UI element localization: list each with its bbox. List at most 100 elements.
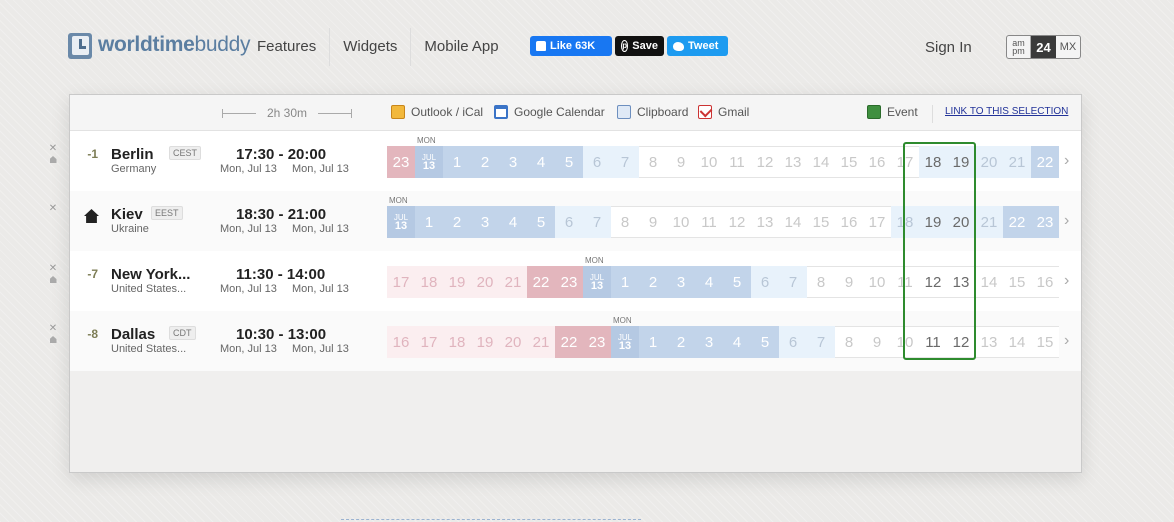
hour-cell[interactable]: 16 xyxy=(387,326,415,358)
clipboard-button[interactable]: Clipboard xyxy=(617,105,688,119)
hour-cell[interactable]: 12 xyxy=(751,146,779,178)
hour-cell[interactable]: 23 xyxy=(387,146,415,178)
gmail-button[interactable]: Gmail xyxy=(698,105,749,119)
set-home-icon[interactable] xyxy=(49,336,57,343)
chevron-right-icon[interactable]: › xyxy=(1064,212,1069,230)
hour-cell[interactable]: 1 xyxy=(415,206,443,238)
ampm-option[interactable]: am pm xyxy=(1007,36,1031,58)
hour-cell[interactable]: 16 xyxy=(863,146,891,178)
hour-cell[interactable]: 2 xyxy=(471,146,499,178)
hour-cell[interactable]: 2 xyxy=(639,266,667,298)
hour-cell[interactable]: 20 xyxy=(975,146,1003,178)
hour-cell[interactable]: 19 xyxy=(443,266,471,298)
hour-cell[interactable]: JUL 13 xyxy=(611,326,639,358)
hour-cell[interactable]: 7 xyxy=(611,146,639,178)
hour-cell[interactable]: 10 xyxy=(863,266,891,298)
hour-cell[interactable]: 4 xyxy=(527,146,555,178)
hour-cell[interactable]: 20 xyxy=(499,326,527,358)
hour-cell[interactable]: 4 xyxy=(695,266,723,298)
hour-cell[interactable]: 1 xyxy=(443,146,471,178)
set-home-icon[interactable] xyxy=(49,156,57,163)
hour-cell[interactable]: 20 xyxy=(471,266,499,298)
hour-cell[interactable]: 1 xyxy=(611,266,639,298)
hour-cell[interactable]: 7 xyxy=(779,266,807,298)
tweet-button[interactable]: Tweet xyxy=(667,36,728,56)
hour-cell[interactable]: 14 xyxy=(1003,326,1031,358)
hour-cell[interactable]: 3 xyxy=(471,206,499,238)
time-selection-box[interactable] xyxy=(903,142,976,360)
hour-cell[interactable]: 9 xyxy=(863,326,891,358)
link-to-selection[interactable]: LINK TO THIS SELECTION xyxy=(932,105,1068,123)
hour-cell[interactable]: 9 xyxy=(639,206,667,238)
hour-cell[interactable]: 18 xyxy=(415,266,443,298)
hour-cell[interactable]: 14 xyxy=(807,146,835,178)
hour-cell[interactable]: 9 xyxy=(667,146,695,178)
hour-cell[interactable]: 14 xyxy=(779,206,807,238)
hour-cell[interactable]: 5 xyxy=(723,266,751,298)
hour-cell[interactable]: 5 xyxy=(527,206,555,238)
chevron-right-icon[interactable]: › xyxy=(1064,152,1069,170)
sign-in-link[interactable]: Sign In xyxy=(925,39,972,56)
remove-icon[interactable]: ✕ xyxy=(46,203,60,215)
hour-cell[interactable]: 14 xyxy=(975,266,1003,298)
hour-cell[interactable]: 3 xyxy=(667,266,695,298)
facebook-like-button[interactable]: Like 63K xyxy=(530,36,612,56)
hour-cell[interactable]: 2 xyxy=(443,206,471,238)
hour-cell[interactable]: 21 xyxy=(499,266,527,298)
outlook-ical-button[interactable]: Outlook / iCal xyxy=(391,105,483,119)
set-home-icon[interactable] xyxy=(49,276,57,283)
hour-cell[interactable]: 7 xyxy=(807,326,835,358)
hour-cell[interactable]: 22 xyxy=(1031,146,1059,178)
hour-cell[interactable]: 15 xyxy=(807,206,835,238)
hour-cell[interactable]: 15 xyxy=(1031,326,1059,358)
hour-cell[interactable]: 11 xyxy=(695,206,723,238)
hour-cell[interactable]: 4 xyxy=(723,326,751,358)
hour-cell[interactable]: 23 xyxy=(583,326,611,358)
nav-link-features[interactable]: Features xyxy=(244,28,329,66)
hour-cell[interactable]: 21 xyxy=(527,326,555,358)
nav-link-mobile-app[interactable]: Mobile App xyxy=(410,28,511,66)
hour-cell[interactable]: 21 xyxy=(975,206,1003,238)
city-name[interactable]: New York... xyxy=(111,266,201,283)
hour-cell[interactable]: 9 xyxy=(835,266,863,298)
hour-cell[interactable]: 23 xyxy=(1031,206,1059,238)
remove-icon[interactable]: ✕ xyxy=(46,143,60,155)
chevron-right-icon[interactable]: › xyxy=(1064,272,1069,290)
hour-cell[interactable]: 21 xyxy=(1003,146,1031,178)
hour-cell[interactable]: 17 xyxy=(415,326,443,358)
hour-cell[interactable]: JUL 13 xyxy=(583,266,611,298)
hour-cell[interactable]: 17 xyxy=(863,206,891,238)
hour-cell[interactable]: 1 xyxy=(639,326,667,358)
chevron-right-icon[interactable]: › xyxy=(1064,332,1069,350)
logo[interactable]: worldtimebuddy xyxy=(68,30,251,60)
hour-cell[interactable]: 22 xyxy=(1003,206,1031,238)
24h-option[interactable]: 24 xyxy=(1031,36,1056,58)
pinterest-save-button[interactable]: p Save xyxy=(615,36,664,56)
hour-cell[interactable]: 13 xyxy=(751,206,779,238)
hour-cell[interactable]: 4 xyxy=(499,206,527,238)
hour-cell[interactable]: 3 xyxy=(499,146,527,178)
hour-cell[interactable]: 6 xyxy=(583,146,611,178)
hour-cell[interactable]: 22 xyxy=(527,266,555,298)
hour-cell[interactable]: 2 xyxy=(667,326,695,358)
hour-cell[interactable]: 13 xyxy=(779,146,807,178)
hour-cell[interactable]: 8 xyxy=(639,146,667,178)
hour-cell[interactable]: JUL 13 xyxy=(415,146,443,178)
hour-cell[interactable]: 13 xyxy=(975,326,1003,358)
hour-cell[interactable]: 16 xyxy=(835,206,863,238)
hour-cell[interactable]: 10 xyxy=(695,146,723,178)
hour-cell[interactable]: 22 xyxy=(555,326,583,358)
hour-cell[interactable]: 8 xyxy=(611,206,639,238)
mx-option[interactable]: MX xyxy=(1056,36,1080,58)
google-calendar-button[interactable]: Google Calendar xyxy=(494,105,605,119)
hour-cell[interactable]: 5 xyxy=(751,326,779,358)
hour-cell[interactable]: 17 xyxy=(387,266,415,298)
hour-cell[interactable]: 7 xyxy=(583,206,611,238)
hour-cell[interactable]: 6 xyxy=(555,206,583,238)
hour-cell[interactable]: 11 xyxy=(723,146,751,178)
hour-cell[interactable]: 23 xyxy=(555,266,583,298)
remove-icon[interactable]: ✕ xyxy=(46,263,60,275)
hour-cell[interactable]: 16 xyxy=(1031,266,1059,298)
hour-cell[interactable]: 8 xyxy=(835,326,863,358)
hour-cell[interactable]: 18 xyxy=(443,326,471,358)
